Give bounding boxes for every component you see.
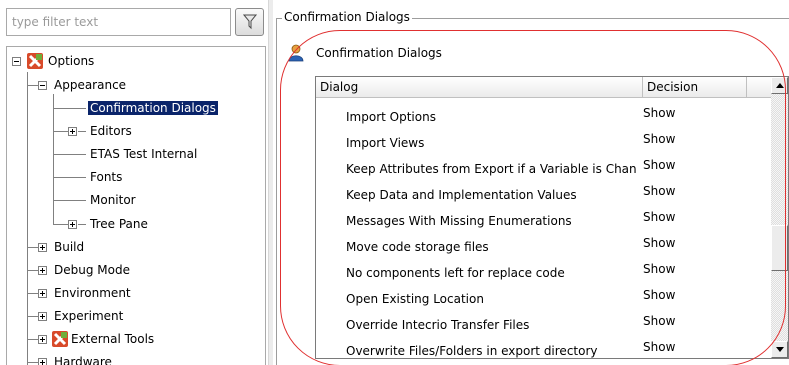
table-row[interactable]: Overwrite Files/Folders in export direct… [316,340,772,358]
column-header-decision[interactable]: Decision [647,80,698,94]
confirmation-dialogs-table[interactable]: Dialog Decision Import Options Show Import… [315,76,789,359]
decision-cell[interactable]: Show [643,314,743,328]
tree-item-options[interactable]: Options [46,51,96,71]
tree-expand-toggle[interactable] [38,358,47,365]
page-title: Confirmation Dialogs [316,46,442,60]
dialog-cell: Import Views [346,136,425,150]
table-row[interactable]: Import Options Show [316,106,772,132]
tree-item-appearance[interactable]: Appearance [52,75,128,95]
table-row[interactable]: No components left for replace code Show [316,262,772,288]
tree-expand-toggle[interactable] [68,127,77,136]
tree-collapse-toggle[interactable] [12,57,21,66]
dialog-cell: Open Existing Location [346,292,484,306]
tree-collapse-toggle[interactable] [38,81,47,90]
filter-input[interactable]: type filter text [6,8,231,36]
dialog-cell: Overwrite Files/Folders in export direct… [346,344,598,358]
options-tree[interactable]: Options Appearance Confirmation Dialogs … [6,46,266,365]
table-row[interactable]: Open Existing Location Show [316,288,772,314]
funnel-icon [243,14,257,30]
dialog-cell: Keep Attributes from Export if a Variabl… [346,162,637,176]
table-row[interactable]: Keep Data and Implementation Values Show [316,184,772,210]
scroll-up-button[interactable] [771,77,788,94]
tree-item-debug-mode[interactable]: Debug Mode [52,260,132,280]
scrollbar-thumb[interactable] [771,225,788,271]
tree-item-hardware[interactable]: Hardware [52,352,114,365]
decision-cell[interactable]: Show [643,106,743,120]
dialog-cell: Keep Data and Implementation Values [346,188,577,202]
group-title: Confirmation Dialogs [282,10,412,24]
external-tools-icon [52,331,68,347]
dialog-cell: Import Options [346,110,436,124]
table-row[interactable]: Messages With Missing Enumerations Show [316,210,772,236]
options-icon [27,53,43,69]
tree-item-experiment[interactable]: Experiment [52,306,125,326]
decision-cell[interactable]: Show [643,262,743,276]
table-row[interactable]: Move code storage files Show [316,236,772,262]
filter-placeholder: type filter text [12,15,99,29]
dialog-cell: Override Intecrio Transfer Files [346,318,530,332]
tree-item-environment[interactable]: Environment [52,283,133,303]
filter-button[interactable] [235,8,264,36]
decision-cell[interactable]: Show [643,158,743,172]
user-icon [288,44,304,62]
table-header: Dialog Decision [316,77,772,98]
dialog-cell: Messages With Missing Enumerations [346,214,572,228]
pane-splitter[interactable] [268,0,273,365]
decision-cell[interactable]: Show [643,184,743,198]
tree-item-external-tools[interactable]: External Tools [69,329,156,349]
tree-expand-toggle[interactable] [38,335,47,344]
tree-item-fonts[interactable]: Fonts [88,167,124,187]
tree-item-monitor[interactable]: Monitor [88,190,138,210]
tree-item-build[interactable]: Build [52,237,86,257]
decision-cell[interactable]: Show [643,132,743,146]
dialog-cell: No components left for replace code [346,266,565,280]
tree-expand-toggle[interactable] [38,289,47,298]
tree-expand-toggle[interactable] [38,312,47,321]
table-vertical-scrollbar[interactable] [771,77,788,358]
tree-expand-toggle[interactable] [38,266,47,275]
decision-cell[interactable]: Show [643,236,743,250]
decision-cell[interactable]: Show [643,288,743,302]
tree-item-editors[interactable]: Editors [88,121,134,141]
tree-item-tree-pane[interactable]: Tree Pane [88,214,150,234]
decision-cell[interactable]: Show [643,340,743,354]
tree-expand-toggle[interactable] [68,220,77,229]
table-row[interactable]: Import Views Show [316,132,772,158]
tree-item-etas-test-internal[interactable]: ETAS Test Internal [88,144,199,164]
tree-expand-toggle[interactable] [38,243,47,252]
dialog-cell: Move code storage files [346,240,489,254]
scroll-down-button[interactable] [771,341,788,358]
column-header-dialog[interactable]: Dialog [320,80,358,94]
table-row[interactable]: Override Intecrio Transfer Files Show [316,314,772,340]
decision-cell[interactable]: Show [643,210,743,224]
tree-item-confirmation-dialogs[interactable]: Confirmation Dialogs [88,98,218,118]
table-row[interactable]: Keep Attributes from Export if a Variabl… [316,158,772,184]
